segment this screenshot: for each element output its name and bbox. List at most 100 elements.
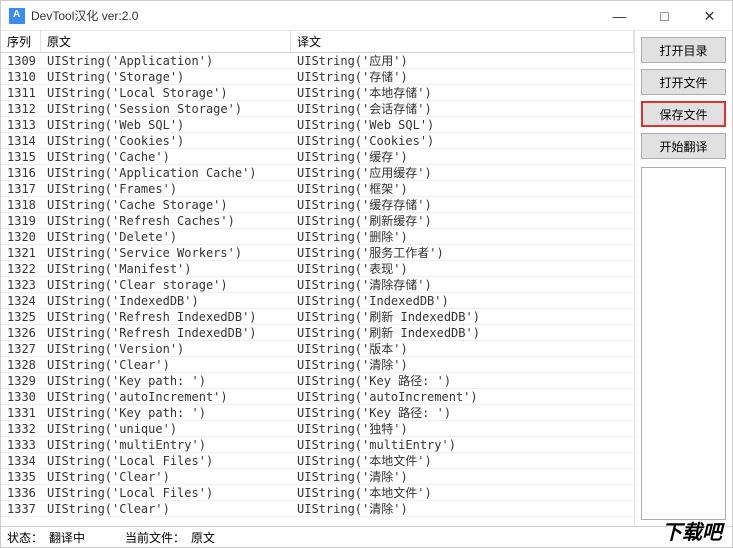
table-row[interactable]: 1326UIString('Refresh IndexedDB')UIStrin… [1,325,634,341]
table-row[interactable]: 1320UIString('Delete')UIString('删除') [1,229,634,245]
table-row[interactable]: 1331UIString('Key path: ')UIString('Key … [1,405,634,421]
cell-seq: 1335 [1,470,41,484]
cell-orig: UIString('Refresh IndexedDB') [41,326,291,340]
table-row[interactable]: 1323UIString('Clear storage')UIString('清… [1,277,634,293]
cell-trans: UIString('Web SQL') [291,118,634,132]
header-seq[interactable]: 序列 [1,31,41,53]
table-row[interactable]: 1328UIString('Clear')UIString('清除') [1,357,634,373]
cell-orig: UIString('Service Workers') [41,246,291,260]
cell-trans: UIString('刷新 IndexedDB') [291,324,634,341]
open-dir-button[interactable]: 打开目录 [641,37,726,63]
cell-trans: UIString('Key 路径: ') [291,404,634,421]
window-controls: — □ ✕ [597,1,732,30]
cell-trans: UIString('IndexedDB') [291,294,634,308]
table-row[interactable]: 1311UIString('Local Storage')UIString('本… [1,85,634,101]
cell-seq: 1316 [1,166,41,180]
cell-trans: UIString('独特') [291,420,634,437]
cell-seq: 1325 [1,310,41,324]
cell-orig: UIString('Clear') [41,470,291,484]
cell-trans: UIString('缓存存储') [291,196,634,213]
header-orig[interactable]: 原文 [41,31,291,53]
cell-orig: UIString('Refresh IndexedDB') [41,310,291,324]
cell-seq: 1329 [1,374,41,388]
table-row[interactable]: 1313UIString('Web SQL')UIString('Web SQL… [1,117,634,133]
table-row[interactable]: 1335UIString('Clear')UIString('清除') [1,469,634,485]
cell-seq: 1318 [1,198,41,212]
cell-orig: UIString('Clear storage') [41,278,291,292]
cell-seq: 1337 [1,502,41,516]
cell-trans: UIString('刷新 IndexedDB') [291,308,634,325]
cell-seq: 1328 [1,358,41,372]
cell-trans: UIString('刷新缓存') [291,212,634,229]
table-body[interactable]: 1309UIString('Application')UIString('应用'… [1,53,634,526]
content-area: 序列 原文 译文 1309UIString('Application')UISt… [1,31,732,526]
save-file-button[interactable]: 保存文件 [641,101,726,127]
cell-orig: UIString('Web SQL') [41,118,291,132]
cell-trans: UIString('清除') [291,356,634,373]
table-row[interactable]: 1334UIString('Local Files')UIString('本地文… [1,453,634,469]
cell-orig: UIString('Delete') [41,230,291,244]
current-file-label: 当前文件： [125,529,185,546]
minimize-button[interactable]: — [597,1,642,31]
table-row[interactable]: 1321UIString('Service Workers')UIString(… [1,245,634,261]
table-row[interactable]: 1330UIString('autoIncrement')UIString('a… [1,389,634,405]
open-file-button[interactable]: 打开文件 [641,69,726,95]
cell-seq: 1332 [1,422,41,436]
cell-orig: UIString('autoIncrement') [41,390,291,404]
table-row[interactable]: 1315UIString('Cache')UIString('缓存') [1,149,634,165]
cell-trans: UIString('应用缓存') [291,164,634,181]
cell-orig: UIString('IndexedDB') [41,294,291,308]
table-row[interactable]: 1310UIString('Storage')UIString('存储') [1,69,634,85]
table-row[interactable]: 1336UIString('Local Files')UIString('本地文… [1,485,634,501]
app-icon [9,8,25,24]
cell-orig: UIString('Cookies') [41,134,291,148]
table-row[interactable]: 1333UIString('multiEntry')UIString('mult… [1,437,634,453]
cell-seq: 1334 [1,454,41,468]
state-label: 状态： [7,529,43,546]
current-file-value: 原文 [191,529,215,546]
cell-orig: UIString('Key path: ') [41,406,291,420]
cell-orig: UIString('Local Storage') [41,86,291,100]
table-row[interactable]: 1318UIString('Cache Storage')UIString('缓… [1,197,634,213]
table-row[interactable]: 1319UIString('Refresh Caches')UIString('… [1,213,634,229]
cell-seq: 1327 [1,342,41,356]
table-row[interactable]: 1317UIString('Frames')UIString('框架') [1,181,634,197]
table-row[interactable]: 1324UIString('IndexedDB')UIString('Index… [1,293,634,309]
titlebar: DevTool汉化 ver:2.0 — □ ✕ [1,1,732,31]
cell-seq: 1317 [1,182,41,196]
table-row[interactable]: 1325UIString('Refresh IndexedDB')UIStrin… [1,309,634,325]
cell-trans: UIString('本地存储') [291,84,634,101]
table-area: 序列 原文 译文 1309UIString('Application')UISt… [1,31,634,526]
cell-trans: UIString('版本') [291,340,634,357]
cell-orig: UIString('Clear') [41,358,291,372]
maximize-button[interactable]: □ [642,1,687,31]
start-translate-button[interactable]: 开始翻译 [641,133,726,159]
cell-seq: 1331 [1,406,41,420]
header-trans[interactable]: 译文 [291,31,634,53]
table-row[interactable]: 1316UIString('Application Cache')UIStrin… [1,165,634,181]
cell-trans: UIString('清除存储') [291,276,634,293]
close-button[interactable]: ✕ [687,1,732,31]
cell-orig: UIString('Clear') [41,502,291,516]
table-row[interactable]: 1332UIString('unique')UIString('独特') [1,421,634,437]
cell-seq: 1322 [1,262,41,276]
cell-seq: 1315 [1,150,41,164]
cell-trans: UIString('清除') [291,468,634,485]
cell-orig: UIString('Refresh Caches') [41,214,291,228]
table-row[interactable]: 1322UIString('Manifest')UIString('表现') [1,261,634,277]
preview-panel [641,167,726,520]
table-row[interactable]: 1337UIString('Clear')UIString('清除') [1,501,634,517]
cell-orig: UIString('Local Files') [41,454,291,468]
cell-trans: UIString('表现') [291,260,634,277]
cell-orig: UIString('Frames') [41,182,291,196]
table-row[interactable]: 1314UIString('Cookies')UIString('Cookies… [1,133,634,149]
table-row[interactable]: 1309UIString('Application')UIString('应用'… [1,53,634,69]
cell-orig: UIString('Application Cache') [41,166,291,180]
table-row[interactable]: 1329UIString('Key path: ')UIString('Key … [1,373,634,389]
table-row[interactable]: 1312UIString('Session Storage')UIString(… [1,101,634,117]
cell-seq: 1326 [1,326,41,340]
cell-seq: 1321 [1,246,41,260]
cell-seq: 1310 [1,70,41,84]
cell-orig: UIString('Version') [41,342,291,356]
table-row[interactable]: 1327UIString('Version')UIString('版本') [1,341,634,357]
